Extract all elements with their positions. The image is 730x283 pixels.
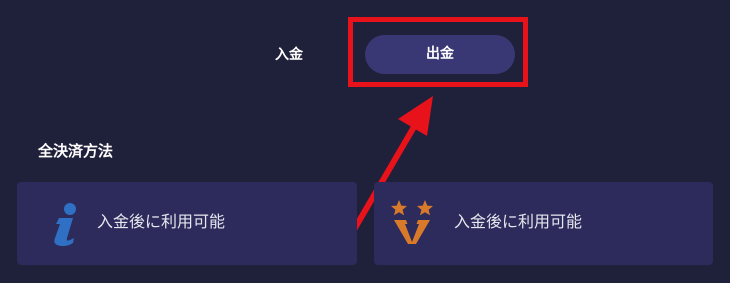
payment-method-card[interactable]: 入金後に利用可能 bbox=[374, 182, 713, 265]
payment-method-label: 入金後に利用可能 bbox=[97, 212, 226, 231]
section-title: 全決済方法 bbox=[38, 142, 114, 160]
vegawallet-stars-icon bbox=[391, 200, 433, 244]
tab-deposit[interactable]: 入金 bbox=[256, 37, 322, 73]
payment-method-card[interactable]: 入金後に利用可能 bbox=[17, 182, 357, 265]
page: 入金 出金 全決済方法 入金後に利用可能 入金後に利用可能 bbox=[0, 0, 730, 283]
info-i-icon bbox=[54, 203, 76, 247]
payment-method-label: 入金後に利用可能 bbox=[454, 212, 583, 231]
tab-withdraw[interactable]: 出金 bbox=[365, 35, 515, 74]
